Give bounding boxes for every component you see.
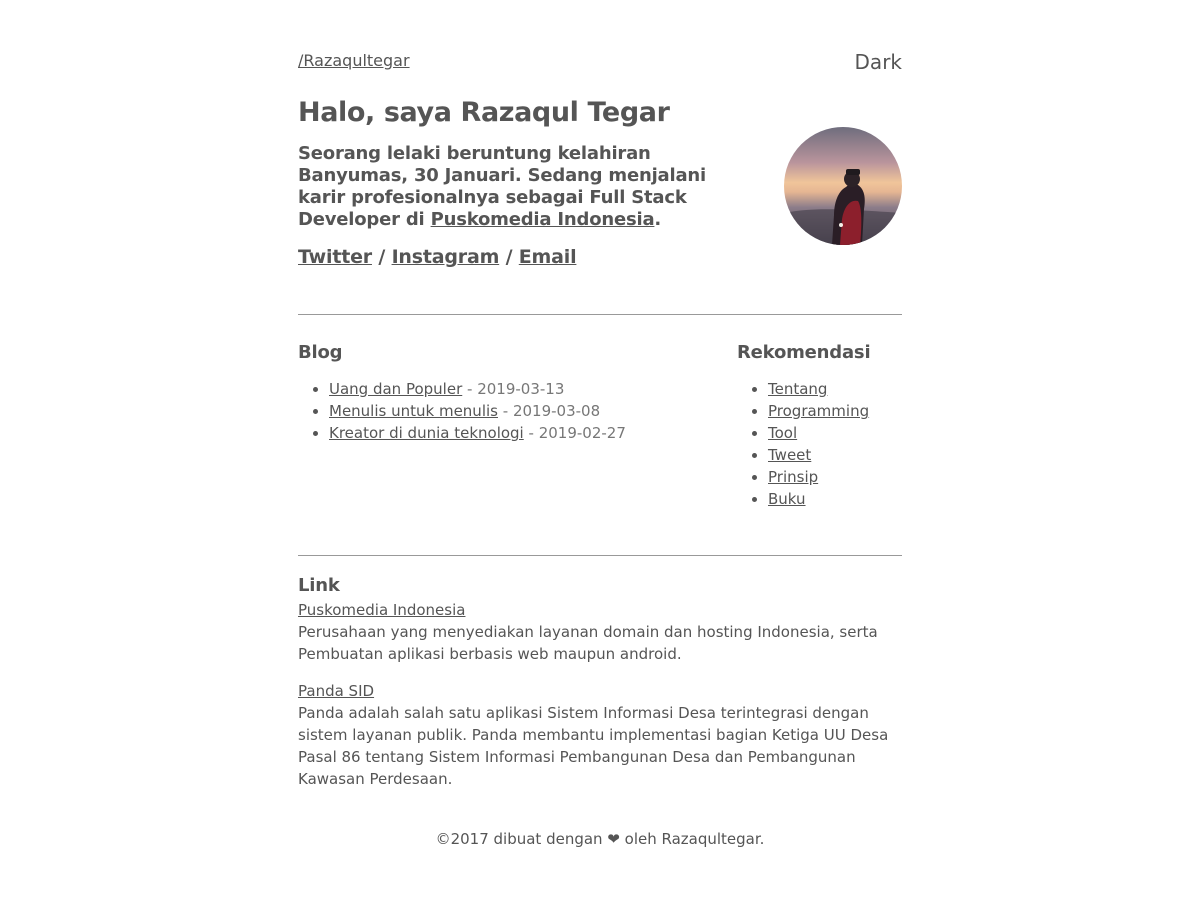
- avatar-photo: [784, 127, 902, 245]
- list-item: Buku: [768, 488, 902, 510]
- recommendation-link-tentang[interactable]: Tentang: [768, 380, 827, 398]
- section-divider: [298, 314, 902, 315]
- section-divider: [298, 555, 902, 556]
- blog-post-link[interactable]: Kreator di dunia teknologi: [329, 424, 524, 442]
- page-title: Halo, saya Razaqul Tegar: [298, 97, 670, 128]
- recommendation-link-tool[interactable]: Tool: [768, 424, 797, 442]
- avatar: [784, 127, 902, 245]
- instagram-link[interactable]: Instagram: [392, 246, 500, 268]
- recommendation-link-programming[interactable]: Programming: [768, 402, 869, 420]
- email-link[interactable]: Email: [519, 246, 577, 268]
- link-description: Perusahaan yang menyediakan layanan doma…: [298, 623, 878, 663]
- twitter-link[interactable]: Twitter: [298, 246, 372, 268]
- links-heading: Link: [298, 575, 340, 596]
- list-item: Tentang: [768, 378, 902, 400]
- recommendation-link-tweet[interactable]: Tweet: [768, 446, 811, 464]
- post-date: - 2019-03-08: [502, 402, 601, 420]
- list-item: Uang dan Populer - 2019-03-13: [329, 378, 718, 400]
- hero-section: Halo, saya Razaqul Tegar Seorang lelaki …: [298, 97, 902, 268]
- social-separator: /: [378, 246, 386, 268]
- recommendation-link-buku[interactable]: Buku: [768, 490, 806, 508]
- blog-post-link[interactable]: Uang dan Populer: [329, 380, 462, 398]
- top-bar: /Razaqultegar Dark: [298, 50, 902, 74]
- link-item: Puskomedia Indonesia Perusahaan yang men…: [298, 599, 902, 665]
- blog-section: Blog Uang dan Populer - 2019-03-13 Menul…: [298, 342, 718, 444]
- social-separator: /: [505, 246, 513, 268]
- recommendations-section: Rekomendasi Tentang Programming Tool Twe…: [737, 342, 902, 510]
- company-link[interactable]: Puskomedia Indonesia: [431, 209, 655, 230]
- external-link[interactable]: Puskomedia Indonesia: [298, 601, 465, 619]
- blog-post-link[interactable]: Menulis untuk menulis: [329, 402, 498, 420]
- list-item: Tweet: [768, 444, 902, 466]
- external-link[interactable]: Panda SID: [298, 682, 374, 700]
- link-item: Panda SID Panda adalah salah satu aplika…: [298, 680, 902, 790]
- recommendation-link-prinsip[interactable]: Prinsip: [768, 468, 818, 486]
- list-item: Programming: [768, 400, 902, 422]
- blog-list: Uang dan Populer - 2019-03-13 Menulis un…: [298, 378, 718, 444]
- list-item: Tool: [768, 422, 902, 444]
- links-section: Link Puskomedia Indonesia Perusahaan yan…: [298, 575, 902, 790]
- link-description: Panda adalah salah satu aplikasi Sistem …: [298, 704, 889, 788]
- recommendations-list: Tentang Programming Tool Tweet Prinsip B…: [737, 378, 902, 510]
- list-item: Kreator di dunia teknologi - 2019-02-27: [329, 422, 718, 444]
- post-date: - 2019-03-13: [467, 380, 565, 398]
- list-item: Prinsip: [768, 466, 902, 488]
- site-home-link[interactable]: /Razaqultegar: [298, 51, 410, 70]
- blog-heading: Blog: [298, 342, 343, 363]
- bio-suffix: .: [654, 209, 662, 230]
- recommendations-heading: Rekomendasi: [737, 342, 871, 363]
- list-item: Menulis untuk menulis - 2019-03-08: [329, 400, 718, 422]
- dark-mode-toggle[interactable]: Dark: [855, 50, 902, 74]
- social-links: Twitter / Instagram / Email: [298, 246, 577, 268]
- footer: ©2017 dibuat dengan ❤ oleh Razaqultegar.: [435, 830, 765, 848]
- post-date: - 2019-02-27: [528, 424, 626, 442]
- bio-text: Seorang lelaki beruntung kelahiran Banyu…: [298, 143, 708, 231]
